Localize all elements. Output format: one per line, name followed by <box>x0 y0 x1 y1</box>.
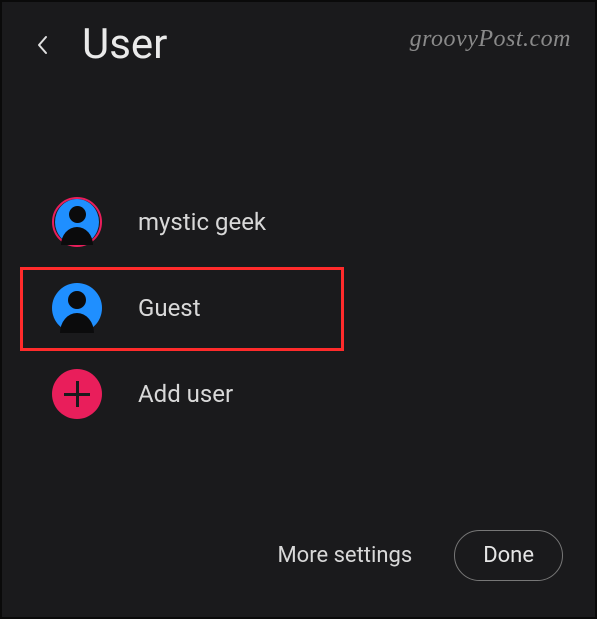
user-label: Add user <box>138 380 233 408</box>
back-button[interactable] <box>30 33 54 57</box>
chevron-left-icon <box>36 35 48 55</box>
watermark: groovyPost.com <box>410 26 571 53</box>
user-item-guest[interactable]: Guest <box>52 265 595 351</box>
plus-icon <box>64 381 90 407</box>
footer: More settings Done <box>277 530 563 581</box>
user-list: mystic geek Guest Add user <box>2 179 595 437</box>
user-item-add[interactable]: Add user <box>52 351 595 437</box>
add-avatar <box>52 369 102 419</box>
user-label: mystic geek <box>138 208 266 236</box>
user-label: Guest <box>138 294 201 322</box>
avatar-selected <box>52 197 102 247</box>
avatar <box>52 283 102 333</box>
user-item-current[interactable]: mystic geek <box>52 179 595 265</box>
person-icon <box>68 291 86 309</box>
more-settings-link[interactable]: More settings <box>277 543 412 568</box>
person-icon <box>69 206 86 223</box>
done-button[interactable]: Done <box>454 530 563 581</box>
page-title: User <box>82 20 167 69</box>
